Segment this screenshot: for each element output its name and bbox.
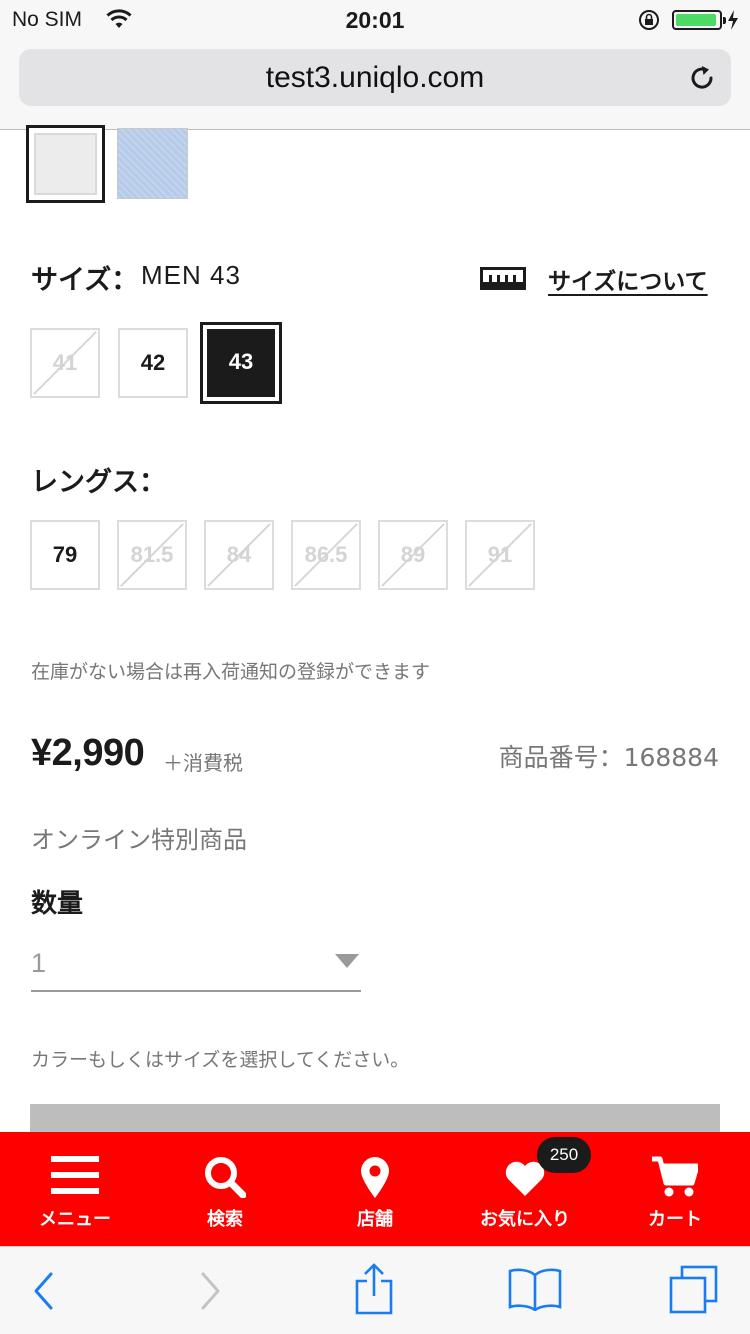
restock-note: 在庫がない場合は再入荷通知の登録ができます <box>31 661 431 683</box>
strike-line <box>468 523 532 587</box>
length-option-86-5[interactable]: 86.5 <box>291 520 361 590</box>
forward-icon[interactable] <box>200 1271 222 1311</box>
nav-item-menu[interactable]: メニュー <box>0 1132 150 1246</box>
length-label: レングス： <box>31 467 166 498</box>
rotation-lock-icon <box>639 10 659 30</box>
favorites-count-badge: 250 <box>537 1137 591 1173</box>
tabs-icon[interactable] <box>668 1265 720 1315</box>
size-option-41[interactable]: 41 <box>30 328 100 398</box>
menu-icon <box>51 1156 99 1194</box>
back-icon[interactable] <box>32 1271 54 1311</box>
ruler-icon <box>480 267 526 290</box>
nav-label: カート <box>648 1209 702 1230</box>
length-option-81-5[interactable]: 81.5 <box>117 520 187 590</box>
nav-item-cart[interactable]: カート <box>600 1132 750 1246</box>
size-option-label: 42 <box>140 350 166 375</box>
quantity-label: 数量 <box>31 889 84 919</box>
length-option-79[interactable]: 79 <box>30 520 100 590</box>
product-number: 商品番号：168884 <box>498 743 719 772</box>
nav-item-store[interactable]: 店舗 <box>300 1132 450 1246</box>
price: ¥2,990 <box>31 732 145 774</box>
cart-icon <box>652 1156 698 1197</box>
strike-line <box>33 331 97 395</box>
battery-icon <box>672 10 726 30</box>
charging-icon <box>728 10 738 30</box>
strike-line <box>120 523 184 587</box>
online-only-label: オンライン特別商品 <box>31 826 247 854</box>
color-swatch-light-blue[interactable] <box>117 128 188 199</box>
selection-note: カラーもしくはサイズを選択してください。 <box>31 1049 410 1071</box>
size-option-42[interactable]: 42 <box>118 328 188 398</box>
size-option-label: 43 <box>228 349 254 374</box>
length-option-91[interactable]: 91 <box>465 520 535 590</box>
status-bar: No SIM 20:01 <box>0 0 750 40</box>
reload-icon[interactable] <box>687 63 717 93</box>
browser-header: test3.uniqlo.com <box>0 40 750 130</box>
length-option-label: 79 <box>52 542 78 567</box>
length-option-89[interactable]: 89 <box>378 520 448 590</box>
address-bar[interactable]: test3.uniqlo.com <box>19 49 731 106</box>
size-option-43[interactable]: 43 <box>200 322 282 404</box>
search-icon <box>205 1157 246 1198</box>
strike-line <box>381 523 445 587</box>
size-label: サイズ： <box>31 265 139 296</box>
nav-label: お気に入り <box>480 1209 570 1230</box>
strike-line <box>294 523 358 587</box>
tax-note: ＋消費税 <box>163 751 243 775</box>
size-guide-link[interactable]: サイズについて <box>548 262 708 296</box>
bookmarks-icon[interactable] <box>508 1267 562 1311</box>
strike-line <box>207 523 271 587</box>
nav-label: メニュー <box>39 1209 111 1230</box>
color-swatch-white[interactable] <box>26 125 105 203</box>
bottom-nav: メニュー 検索 店舗 お気に入り カート <box>0 1132 750 1246</box>
quantity-value: 1 <box>31 948 47 978</box>
size-value: MEN 43 <box>141 260 241 290</box>
browser-toolbar <box>0 1246 750 1334</box>
nav-item-search[interactable]: 検索 <box>150 1132 300 1246</box>
share-icon[interactable] <box>354 1263 394 1315</box>
quantity-select[interactable]: 1 <box>31 942 361 992</box>
nav-label: 検索 <box>207 1209 243 1230</box>
location-pin-icon <box>361 1157 389 1198</box>
length-option-84[interactable]: 84 <box>204 520 274 590</box>
url-text: test3.uniqlo.com <box>265 61 485 94</box>
chevron-down-icon <box>335 954 359 968</box>
nav-label: 店舗 <box>357 1209 393 1230</box>
